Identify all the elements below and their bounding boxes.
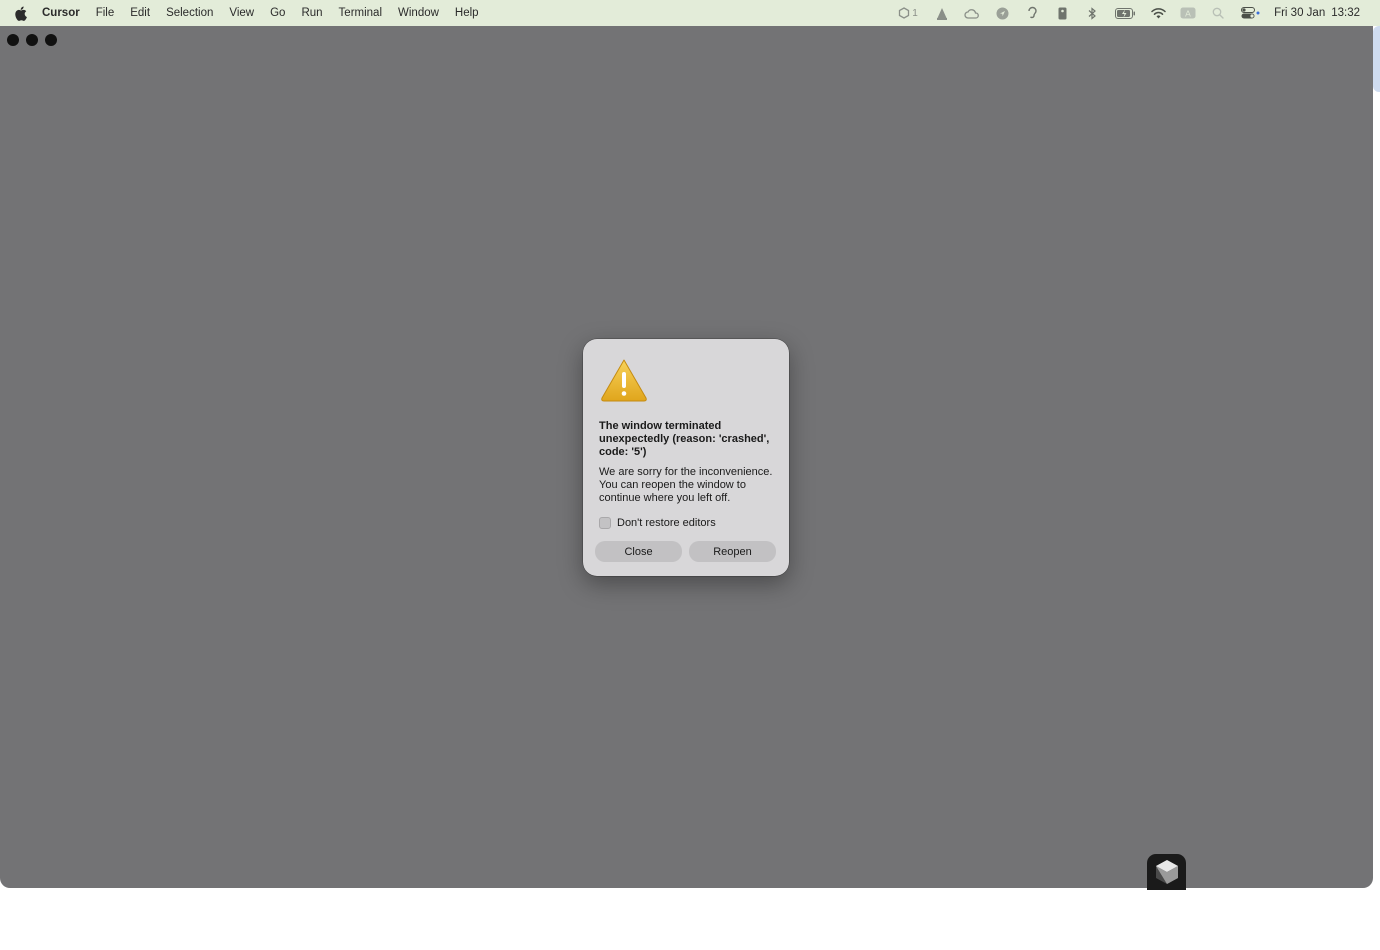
dont-restore-editors-checkbox[interactable] xyxy=(599,517,611,529)
clock-date: Fri 30 Jan xyxy=(1274,7,1326,19)
close-button[interactable]: Close xyxy=(595,541,682,562)
dont-restore-editors-option[interactable]: Don't restore editors xyxy=(599,517,773,529)
menu-selection[interactable]: Selection xyxy=(166,7,213,19)
hearing-icon[interactable] xyxy=(1024,6,1040,20)
battery-small-icon[interactable] xyxy=(1054,6,1070,20)
search-icon[interactable] xyxy=(1210,6,1226,20)
dialog-message: We are sorry for the inconvenience. You … xyxy=(599,466,773,504)
menu-go[interactable]: Go xyxy=(270,7,285,19)
menu-help[interactable]: Help xyxy=(455,7,479,19)
vlc-icon[interactable] xyxy=(934,6,950,20)
keyboard-input-icon[interactable]: A xyxy=(1180,6,1196,20)
warning-icon xyxy=(599,357,649,403)
clock-time: 13:32 xyxy=(1331,7,1360,19)
menu-run[interactable]: Run xyxy=(301,7,322,19)
cube-status-icon[interactable]: 1 xyxy=(896,6,920,20)
apple-icon[interactable] xyxy=(12,5,28,21)
svg-text:A: A xyxy=(1185,8,1191,18)
reopen-button[interactable]: Reopen xyxy=(689,541,776,562)
adjacent-window-edge xyxy=(1373,26,1380,92)
checkbox-label: Don't restore editors xyxy=(617,517,716,529)
menu-app-name[interactable]: Cursor xyxy=(42,7,80,19)
menu-window[interactable]: Window xyxy=(398,7,439,19)
notification-count: 1 xyxy=(912,7,918,19)
cursor-app-icon[interactable] xyxy=(1147,854,1186,890)
menu-view[interactable]: View xyxy=(229,7,254,19)
navigation-icon[interactable] xyxy=(994,6,1010,20)
dialog-buttons: Close Reopen xyxy=(595,541,776,562)
menu-file[interactable]: File xyxy=(96,7,115,19)
close-window-button[interactable] xyxy=(7,34,19,46)
control-center-icon[interactable] xyxy=(1240,6,1260,20)
minimize-window-button[interactable] xyxy=(26,34,38,46)
wifi-icon[interactable] xyxy=(1150,6,1166,20)
battery-charging-icon[interactable] xyxy=(1114,6,1136,20)
menubar-clock[interactable]: Fri 30 Jan 13:32 xyxy=(1274,7,1360,19)
bluetooth-icon[interactable] xyxy=(1084,6,1100,20)
window-controls xyxy=(7,34,57,46)
menu-bar: Cursor File Edit Selection View Go Run T… xyxy=(0,0,1380,26)
menu-terminal[interactable]: Terminal xyxy=(339,7,382,19)
dialog-title: The window terminated unexpectedly (reas… xyxy=(599,420,770,458)
menu-edit[interactable]: Edit xyxy=(130,7,150,19)
zoom-window-button[interactable] xyxy=(45,34,57,46)
status-area: 1 A Fri 30 Jan 13:32 xyxy=(896,0,1360,26)
cloud-icon[interactable] xyxy=(964,6,980,20)
crash-dialog: The window terminated unexpectedly (reas… xyxy=(583,339,789,576)
